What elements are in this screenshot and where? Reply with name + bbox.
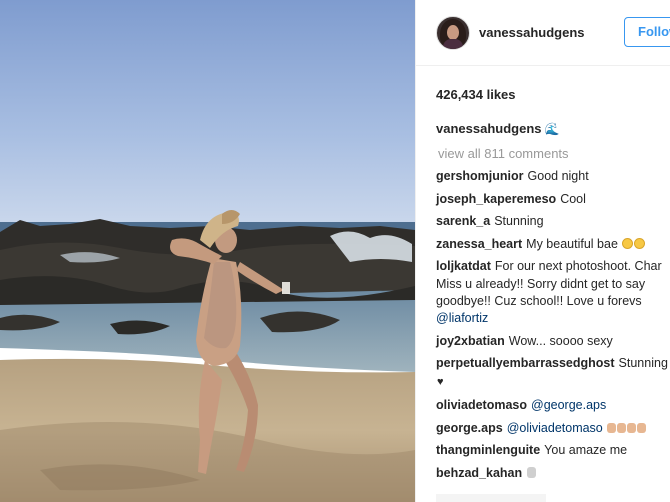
- comment-username[interactable]: sarenk_a: [436, 214, 490, 228]
- heart-eyes-emoji-icon: [634, 237, 646, 249]
- clapping-hands-emoji-icon: [607, 422, 617, 433]
- comment-text: Stunning: [618, 356, 668, 371]
- comment-text: Wow... soooo sexy: [508, 333, 613, 348]
- comment: perpetuallyembarrassedghost Stunning ♥: [436, 355, 670, 391]
- comment: joseph_kaperemeso Cool: [436, 191, 670, 208]
- comment: zanessa_heart My beautiful bae: [436, 236, 670, 253]
- caption-username[interactable]: vanessahudgens: [436, 121, 542, 136]
- post-author-username[interactable]: vanessahudgens: [479, 25, 585, 40]
- likes-count[interactable]: 426,434 likes: [436, 87, 516, 102]
- comment-mention-link[interactable]: @oliviadetomaso: [507, 421, 603, 435]
- avatar[interactable]: [436, 16, 470, 50]
- comment-username[interactable]: joseph_kaperemeso: [436, 192, 556, 206]
- comment-username[interactable]: george.aps: [436, 421, 503, 435]
- comment-text: Cool: [560, 191, 586, 206]
- comment: joy2xbatian Wow... soooo sexy: [436, 333, 670, 350]
- beach-photo-image: [0, 0, 415, 502]
- comment-username[interactable]: joy2xbatian: [436, 334, 505, 348]
- comment-username[interactable]: loljkatdat: [436, 259, 491, 273]
- next-comment-partial: [436, 494, 546, 502]
- follow-button[interactable]: Follow: [624, 17, 670, 47]
- comment-username[interactable]: thangminlenguite: [436, 443, 540, 457]
- view-all-comments-link[interactable]: view all 811 comments: [438, 146, 569, 161]
- comments-list: gershomjunior Good night joseph_kaperemes…: [436, 168, 670, 487]
- comment-text: Good night: [527, 169, 589, 183]
- comment: behzad_kahan: [436, 465, 670, 482]
- post-sidebar: vanessahudgens Follow 426,434 likes vane…: [415, 0, 670, 502]
- black-heart-emoji-icon: ♥: [437, 376, 444, 389]
- post-header: vanessahudgens Follow: [416, 0, 670, 66]
- comment: sarenk_a Stunning: [436, 213, 670, 230]
- clapping-hands-emoji-icon: [637, 422, 647, 433]
- caption: vanessahudgens 🌊: [436, 121, 559, 136]
- comment-username[interactable]: zanessa_heart: [436, 237, 522, 251]
- comment-mention-link[interactable]: @george.aps: [531, 398, 606, 412]
- comment: gershomjunior Good night: [436, 168, 670, 185]
- comment-mention-link[interactable]: @liafortiz: [436, 311, 488, 325]
- hand-emoji-icon: [527, 466, 537, 478]
- clapping-hands-emoji-icon: [617, 422, 627, 433]
- comment: oliviadetomaso @george.aps: [436, 397, 670, 414]
- comment-text: You amaze me: [544, 443, 628, 458]
- comment: thangminlenguite You amaze me: [436, 442, 670, 459]
- comment-text: My beautiful bae: [526, 236, 618, 251]
- comment: george.aps @oliviadetomaso: [436, 420, 670, 437]
- comment-username[interactable]: oliviadetomaso: [436, 398, 527, 412]
- wave-emoji-icon: 🌊: [544, 122, 560, 136]
- heart-eyes-emoji-icon: [622, 237, 634, 249]
- post-photo[interactable]: [0, 0, 415, 502]
- comment-username[interactable]: perpetuallyembarrassedghost: [436, 356, 615, 370]
- comment-text: Stunning: [494, 214, 544, 229]
- clapping-hands-emoji-icon: [627, 422, 637, 433]
- comment: loljkatdat For our next photoshoot. Char …: [436, 258, 670, 327]
- comment-username[interactable]: behzad_kahan: [436, 466, 522, 480]
- comment-username[interactable]: gershomjunior: [436, 169, 524, 183]
